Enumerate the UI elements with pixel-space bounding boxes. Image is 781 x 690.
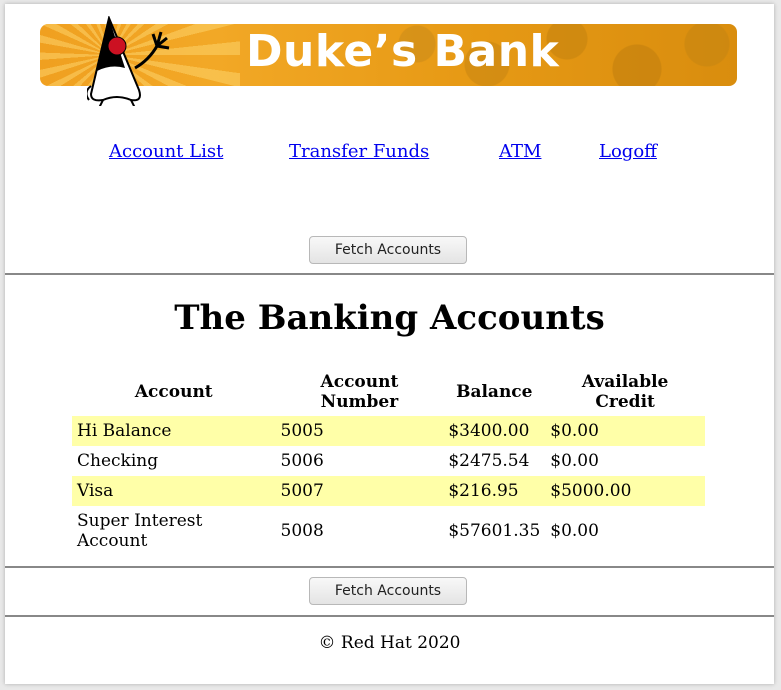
nav-logoff-link[interactable]: Logoff xyxy=(599,141,657,162)
nav-atm-link[interactable]: ATM xyxy=(499,141,541,162)
account-name: Checking xyxy=(77,451,159,471)
account-credit: $5000.00 xyxy=(545,476,705,506)
column-header-available-credit: Available Credit xyxy=(581,372,669,412)
account-credit: $0.00 xyxy=(550,521,599,541)
page: Duke’s Bank Account List Transfer Funds … xyxy=(5,4,774,684)
fetch-accounts-button-top[interactable]: Fetch Accounts xyxy=(309,236,467,264)
account-balance: $2475.54 xyxy=(448,451,530,471)
account-balance: $3400.00 xyxy=(443,416,546,446)
banner-title: Duke’s Bank xyxy=(246,26,560,77)
divider xyxy=(5,273,774,275)
account-balance: $57601.35 xyxy=(448,521,541,541)
table-row: Visa 5007 $216.95 $5000.00 xyxy=(72,476,705,506)
account-number: 5005 xyxy=(275,416,444,446)
column-header-account-number: Account Number xyxy=(320,372,399,412)
footer-copyright: © Red Hat 2020 xyxy=(318,633,461,653)
account-name: Visa xyxy=(72,476,276,506)
account-credit: $0.00 xyxy=(545,416,705,446)
account-number: 5008 xyxy=(280,521,324,541)
column-header-account: Account xyxy=(134,382,213,402)
account-balance: $216.95 xyxy=(443,476,546,506)
table-header-row: Account Account Number Balance Available… xyxy=(72,368,705,416)
nav-account-list-link[interactable]: Account List xyxy=(109,141,223,162)
column-header-balance: Balance xyxy=(456,382,533,402)
account-name: Super Interest Account xyxy=(77,511,203,551)
divider xyxy=(5,566,774,568)
account-credit: $0.00 xyxy=(550,451,599,471)
duke-mascot-icon xyxy=(87,16,170,106)
page-title: The Banking Accounts xyxy=(174,298,605,338)
fetch-accounts-button-bottom[interactable]: Fetch Accounts xyxy=(309,577,467,605)
table-row: Hi Balance 5005 $3400.00 $0.00 xyxy=(72,416,705,446)
table-row: Super Interest Account 5008 $57601.35 $0… xyxy=(72,506,705,556)
account-number: 5007 xyxy=(275,476,444,506)
table-row: Checking 5006 $2475.54 $0.00 xyxy=(72,446,705,476)
account-number: 5006 xyxy=(280,451,324,471)
accounts-table: Account Account Number Balance Available… xyxy=(72,368,705,556)
account-name: Hi Balance xyxy=(72,416,276,446)
nav-transfer-funds-link[interactable]: Transfer Funds xyxy=(289,141,429,162)
divider xyxy=(5,615,774,617)
